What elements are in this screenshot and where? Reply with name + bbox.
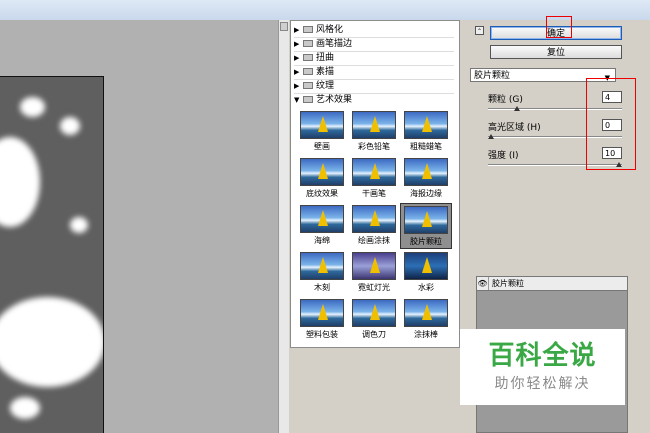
thumb-watercolor[interactable]: 水彩 <box>401 252 451 293</box>
highlight-area-label: 高光区域 (H) <box>488 123 541 133</box>
thumb-fresco[interactable]: 壁画 <box>297 111 347 152</box>
highlight-box-ok <box>546 16 572 38</box>
effect-layer-row[interactable]: 👁 胶片颗粒 <box>477 277 627 291</box>
expand-triangle-icon[interactable]: ▶ <box>294 52 303 65</box>
watermark-subtitle: 助你轻松解决 <box>494 376 591 392</box>
thumb-neon-glow[interactable]: 霓虹灯光 <box>349 252 399 293</box>
expand-triangle-icon[interactable]: ▶ <box>294 66 303 79</box>
category-distort[interactable]: ▶ 扭曲 <box>294 52 454 66</box>
slider-knob[interactable] <box>488 134 494 139</box>
folder-icon <box>303 26 313 33</box>
thumb-colored-pencil[interactable]: 彩色铅笔 <box>349 111 399 152</box>
thumb-sponge[interactable]: 海绵 <box>297 205 347 246</box>
expand-triangle-icon[interactable]: ▶ <box>294 80 303 93</box>
preview-image <box>0 76 104 433</box>
category-stylize[interactable]: ▶ 风格化 <box>294 24 454 38</box>
thumb-palette-knife[interactable]: 调色刀 <box>349 299 399 340</box>
thumb-dry-brush[interactable]: 干画笔 <box>349 158 399 199</box>
thumb-woodcut[interactable]: 木刻 <box>297 252 347 293</box>
highlight-box-params <box>586 78 636 170</box>
folder-icon <box>303 40 313 47</box>
preview-scrollbar[interactable] <box>278 20 289 433</box>
thumb-paint-daubs[interactable]: 绘画涂抹 <box>349 205 399 246</box>
filter-gallery[interactable]: ▶ 风格化 ▶ 画笔描边 ▶ 扭曲 ▶ 素描 ▶ 纹理 ▼ 艺术效果 壁画 彩色铅笔 粗糙蜡… <box>290 20 460 348</box>
collapse-gallery-button[interactable]: ⌃ <box>475 26 484 35</box>
slider-knob[interactable] <box>513 106 520 111</box>
folder-icon <box>303 68 313 75</box>
folder-icon <box>303 82 313 89</box>
filter-preview-area[interactable] <box>0 20 278 433</box>
thumb-poster-edges[interactable]: 海报边缘 <box>401 158 451 199</box>
grain-label: 颗粒 (G) <box>488 95 523 105</box>
category-texture[interactable]: ▶ 纹理 <box>294 80 454 94</box>
thumb-film-grain[interactable]: 胶片颗粒 <box>400 203 452 249</box>
expand-triangle-icon[interactable]: ▶ <box>294 24 303 37</box>
category-brush-strokes[interactable]: ▶ 画笔描边 <box>294 38 454 52</box>
thumb-plastic-wrap[interactable]: 塑料包装 <box>297 299 347 340</box>
folder-icon <box>303 54 313 61</box>
intensity-label: 强度 (I) <box>488 151 519 161</box>
watermark-title: 百科全说 <box>488 341 597 371</box>
category-sketch[interactable]: ▶ 素描 <box>294 66 454 80</box>
collapse-triangle-icon[interactable]: ▼ <box>294 94 303 107</box>
open-folder-icon <box>303 96 313 103</box>
reset-button[interactable]: 复位 <box>490 45 622 59</box>
scroll-up-arrow-icon[interactable] <box>280 22 288 31</box>
thumb-smudge-stick[interactable]: 涂抹棒 <box>401 299 451 340</box>
expand-triangle-icon[interactable]: ▶ <box>294 38 303 51</box>
thumb-rough-pastels[interactable]: 粗糙蜡笔 <box>401 111 451 152</box>
thumb-underpainting[interactable]: 底纹效果 <box>297 158 347 199</box>
eye-icon[interactable]: 👁 <box>477 277 489 290</box>
watermark-logo: 百科全说 助你轻松解决 <box>460 329 625 405</box>
category-artistic[interactable]: ▼ 艺术效果 <box>294 94 454 107</box>
